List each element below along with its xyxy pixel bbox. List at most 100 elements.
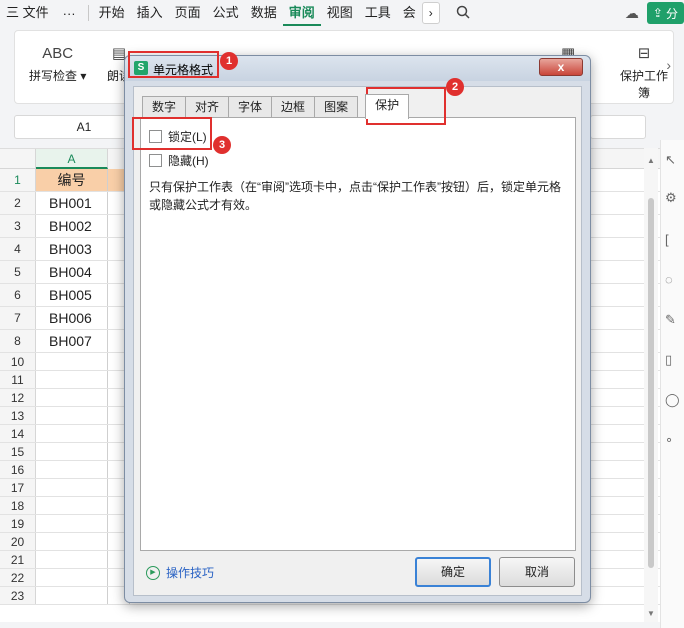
search-icon[interactable] [456, 5, 470, 22]
tab-font[interactable]: 字体 [228, 96, 273, 118]
share-label: 分 [665, 6, 678, 21]
shape-icon[interactable]: ◌ [665, 272, 684, 287]
cell-a[interactable] [36, 497, 108, 514]
cell-a[interactable] [36, 479, 108, 496]
tab-member[interactable]: 会 [397, 0, 422, 26]
file-menu[interactable]: 三 文件 [0, 0, 55, 26]
tab-number[interactable]: 数字 [142, 96, 187, 118]
hide-checkbox[interactable] [149, 154, 162, 167]
select-all-corner[interactable] [0, 149, 36, 169]
row-number[interactable]: 15 [0, 443, 36, 460]
cell-a[interactable]: BH003 [36, 238, 108, 260]
annotation-marker-3: 3 [213, 136, 231, 154]
tab-page[interactable]: 页面 [169, 0, 207, 26]
chevron-right-icon[interactable]: › [421, 2, 440, 24]
annotation-marker-2: 2 [446, 78, 464, 96]
tab-data[interactable]: 数据 [245, 0, 283, 26]
scroll-thumb[interactable] [648, 198, 654, 568]
bracket-icon[interactable]: [ [665, 232, 684, 247]
tab-border[interactable]: 边框 [271, 96, 316, 118]
menu-right: ☁ ⇪ 分 [625, 0, 684, 26]
cell-a[interactable] [36, 353, 108, 370]
share-button[interactable]: ⇪ 分 [646, 2, 684, 24]
cell-a[interactable]: BH002 [36, 215, 108, 237]
spell-check-icon: ABC [42, 45, 74, 62]
doc-icon[interactable]: ▯ [665, 352, 684, 368]
row-number[interactable]: 6 [0, 284, 36, 306]
tab-tools[interactable]: 工具 [359, 0, 397, 26]
cell-a[interactable]: BH006 [36, 307, 108, 329]
tips-link[interactable]: ▶ 操作技巧 [146, 564, 214, 581]
cell-a[interactable]: BH005 [36, 284, 108, 306]
cell-a[interactable] [36, 443, 108, 460]
scroll-up-icon[interactable]: ▲ [647, 156, 655, 165]
cell-a[interactable] [36, 533, 108, 550]
tab-insert[interactable]: 插入 [131, 0, 169, 26]
cell-a[interactable] [36, 569, 108, 586]
protect-workbook-icon: ⊟ [637, 45, 651, 62]
ribbon-more-icon[interactable]: › [666, 57, 671, 73]
cancel-button[interactable]: 取消 [499, 557, 575, 587]
column-header-a[interactable]: A [36, 149, 108, 169]
row-number[interactable]: 23 [0, 587, 36, 604]
ok-button[interactable]: 确定 [415, 557, 491, 587]
protect-workbook-button[interactable]: ⊟ 保护工作簿 [615, 41, 673, 101]
format-icon[interactable]: ⚙ [665, 190, 684, 206]
row-number[interactable]: 19 [0, 515, 36, 532]
protection-panel: 锁定(L) 隐藏(H) 只有保护工作表（在“审阅”选项卡中，点击“保护工作表”按… [140, 117, 576, 551]
help-icon[interactable]: ◯ [665, 392, 684, 408]
row-number[interactable]: 1 [0, 169, 36, 191]
row-number[interactable]: 3 [0, 215, 36, 237]
right-sidebar: ↖ ⚙ [ ◌ ✎ ▯ ◯ ∘ [660, 140, 684, 628]
tab-view[interactable]: 视图 [321, 0, 359, 26]
row-number[interactable]: 13 [0, 407, 36, 424]
formula-bar[interactable] [590, 115, 646, 139]
row-number[interactable]: 17 [0, 479, 36, 496]
cell-a[interactable] [36, 587, 108, 604]
cell-a[interactable] [36, 389, 108, 406]
share-icon: ⇪ [652, 6, 663, 20]
cell-a[interactable]: 编号 [36, 169, 108, 191]
row-number[interactable]: 16 [0, 461, 36, 478]
tab-home[interactable]: 开始 [93, 0, 131, 26]
cell-a[interactable] [36, 407, 108, 424]
row-number[interactable]: 2 [0, 192, 36, 214]
more-vertical-icon[interactable]: ∘ [665, 432, 684, 448]
row-number[interactable]: 21 [0, 551, 36, 568]
cursor-icon[interactable]: ↖ [665, 152, 684, 168]
cloud-icon[interactable]: ☁ [625, 5, 639, 22]
row-number[interactable]: 14 [0, 425, 36, 442]
tool-icon[interactable]: ✎ [665, 312, 684, 328]
cell-a[interactable]: BH001 [36, 192, 108, 214]
row-number[interactable]: 20 [0, 533, 36, 550]
tab-formula[interactable]: 公式 [207, 0, 245, 26]
row-number[interactable]: 22 [0, 569, 36, 586]
annotation-box-title [128, 51, 219, 78]
vertical-scrollbar[interactable]: ▲ ▼ [644, 148, 658, 622]
row-number[interactable]: 12 [0, 389, 36, 406]
cell-a[interactable] [36, 515, 108, 532]
tab-review[interactable]: 审阅 [282, 0, 321, 26]
row-number[interactable]: 18 [0, 497, 36, 514]
more-icon[interactable]: ··· [55, 6, 84, 21]
row-number[interactable]: 11 [0, 371, 36, 388]
cell-a[interactable]: BH007 [36, 330, 108, 352]
row-number[interactable]: 10 [0, 353, 36, 370]
cell-a[interactable] [36, 461, 108, 478]
tab-protection[interactable]: 保护 [365, 94, 410, 119]
hide-option[interactable]: 隐藏(H) [149, 152, 209, 169]
cell-a[interactable] [36, 425, 108, 442]
close-button[interactable]: x [539, 58, 583, 76]
scroll-down-icon[interactable]: ▼ [647, 609, 655, 618]
cell-a[interactable] [36, 551, 108, 568]
row-number[interactable]: 5 [0, 261, 36, 283]
spell-check-label: 拼写检查 ▾ [29, 69, 87, 83]
tab-pattern[interactable]: 图案 [314, 96, 359, 118]
row-number[interactable]: 4 [0, 238, 36, 260]
cell-a[interactable] [36, 371, 108, 388]
cell-a[interactable]: BH004 [36, 261, 108, 283]
spell-check-button[interactable]: ABC 拼写检查 ▾ [29, 41, 86, 84]
tab-alignment[interactable]: 对齐 [185, 96, 230, 118]
row-number[interactable]: 8 [0, 330, 36, 352]
row-number[interactable]: 7 [0, 307, 36, 329]
